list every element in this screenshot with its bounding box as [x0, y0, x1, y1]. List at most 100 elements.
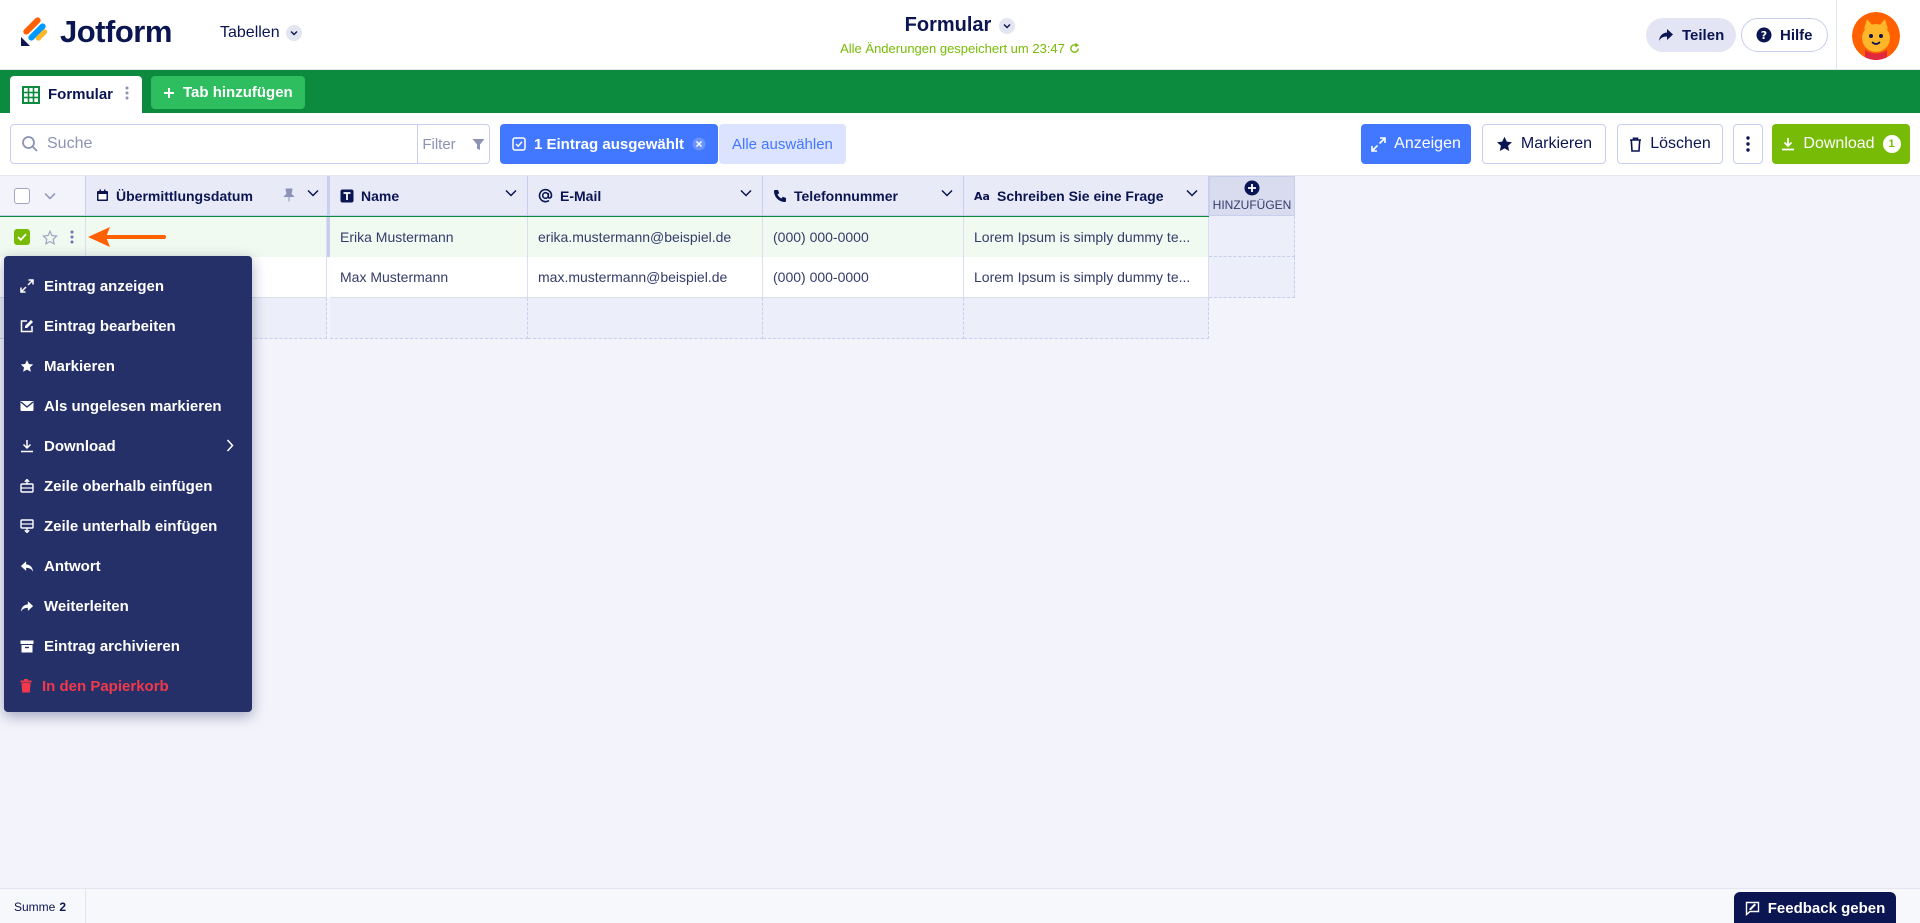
form-title-dropdown[interactable]: Formular: [905, 14, 1016, 37]
add-column-button[interactable]: HINZUFÜGEN: [1209, 176, 1295, 216]
chevron-down-icon[interactable]: [941, 189, 953, 197]
tab-bar: Formular Tab hinzufügen: [0, 70, 1920, 113]
star-icon: [1496, 136, 1513, 152]
column-header-phone[interactable]: Telefonnummer: [763, 176, 964, 216]
chevron-down-icon[interactable]: [1186, 189, 1198, 197]
jotform-logo-icon: [20, 17, 50, 47]
selection-indicator[interactable]: 1 Eintrag ausgewählt: [500, 124, 719, 164]
view-button[interactable]: Anzeigen: [1361, 124, 1471, 164]
search-input[interactable]: [47, 135, 407, 153]
row-checkbox[interactable]: [14, 229, 30, 245]
help-button[interactable]: ? Hilfe: [1741, 18, 1828, 52]
download-icon: [20, 439, 34, 453]
chevron-down-icon[interactable]: [505, 189, 517, 197]
empty-cell: [528, 298, 763, 339]
share-arrow-icon: [1658, 28, 1674, 42]
menu-item-insert-row-below[interactable]: Zeile unterhalb einfügen: [4, 506, 252, 546]
filter-button[interactable]: Filter: [417, 125, 489, 163]
row-above-icon: [20, 479, 34, 493]
chevron-down-icon[interactable]: [44, 192, 56, 200]
cell-name[interactable]: Erika Mustermann: [330, 217, 528, 258]
cell-email[interactable]: max.mustermann@beispiel.de: [528, 257, 763, 298]
delete-button[interactable]: Löschen: [1617, 124, 1723, 164]
tab-formular[interactable]: Formular: [10, 76, 142, 113]
add-column-cell: [1209, 257, 1295, 298]
expand-icon: [1371, 136, 1386, 152]
chevron-down-icon[interactable]: [307, 189, 319, 197]
chevron-down-icon[interactable]: [740, 189, 752, 197]
table-row[interactable]: Erika Mustermann erika.mustermann@beispi…: [0, 216, 1209, 258]
column-header-question[interactable]: Aa Schreiben Sie eine Frage: [964, 176, 1209, 216]
clear-selection-icon[interactable]: [692, 137, 706, 151]
menu-item-reply[interactable]: Antwort: [4, 546, 252, 586]
add-tab-button[interactable]: Tab hinzufügen: [151, 76, 305, 109]
reply-icon: [20, 560, 34, 573]
star-outline-icon[interactable]: [42, 229, 58, 245]
more-vertical-icon[interactable]: [125, 86, 129, 104]
star-button[interactable]: Markieren: [1482, 124, 1606, 164]
form-title: Formular: [904, 14, 992, 36]
more-options-button[interactable]: [1733, 124, 1763, 164]
column-header-email[interactable]: E-Mail: [528, 176, 763, 216]
edit-icon: [20, 319, 34, 333]
menu-item-forward[interactable]: Weiterleiten: [4, 586, 252, 626]
chevron-down-icon: [999, 17, 1016, 34]
cell-phone[interactable]: (000) 000-0000: [763, 257, 964, 298]
cell-phone[interactable]: (000) 000-0000: [763, 217, 964, 258]
question-icon: ?: [1756, 27, 1772, 43]
at-icon: [538, 188, 553, 203]
menu-item-star[interactable]: Markieren: [4, 346, 252, 386]
empty-cell: [763, 298, 964, 339]
cell-question[interactable]: Lorem Ipsum is simply dummy te...: [964, 257, 1209, 298]
menu-item-mark-unread[interactable]: Als ungelesen markieren: [4, 386, 252, 426]
text-icon: [340, 189, 354, 203]
user-avatar[interactable]: [1852, 12, 1900, 60]
tables-dropdown[interactable]: Tabellen: [220, 24, 302, 42]
column-header-submission-date[interactable]: Übermittlungsdatum: [86, 176, 330, 216]
empty-cell: [330, 298, 528, 339]
select-all-checkbox[interactable]: [14, 187, 30, 204]
cell-question[interactable]: Lorem Ipsum is simply dummy te...: [964, 217, 1209, 258]
jotform-logo[interactable]: Jotform: [20, 14, 172, 50]
add-column-cell: [1209, 216, 1295, 257]
table-grid-icon: [22, 85, 40, 104]
menu-item-insert-row-above[interactable]: Zeile oberhalb einfügen: [4, 466, 252, 506]
arrow-left-icon: [88, 227, 166, 247]
feedback-button[interactable]: Feedback geben: [1734, 892, 1896, 923]
phone-icon: [773, 189, 787, 203]
refresh-icon: [1069, 43, 1080, 54]
filter-icon: [472, 138, 485, 151]
search-box: Filter: [10, 124, 490, 164]
cell-email[interactable]: erika.mustermann@beispiel.de: [528, 217, 763, 258]
menu-item-archive[interactable]: Eintrag archivieren: [4, 626, 252, 666]
toolbar: Filter 1 Eintrag ausgewählt Alle auswähl…: [0, 113, 1920, 176]
menu-item-edit-entry[interactable]: Eintrag bearbeiten: [4, 306, 252, 346]
row-context-menu: Eintrag anzeigen Eintrag bearbeiten Mark…: [4, 256, 252, 712]
column-header-name[interactable]: Name: [330, 176, 528, 216]
row-sum: Summe 2: [0, 889, 86, 923]
plus-circle-icon: [1244, 180, 1260, 196]
menu-item-download[interactable]: Download: [4, 426, 252, 466]
menu-item-view-entry[interactable]: Eintrag anzeigen: [4, 266, 252, 306]
select-all-button[interactable]: Alle auswählen: [719, 124, 846, 164]
forward-icon: [20, 600, 34, 613]
download-button[interactable]: Download 1: [1772, 124, 1910, 164]
share-button[interactable]: Teilen: [1646, 18, 1737, 52]
menu-item-move-to-trash[interactable]: In den Papierkorb: [4, 666, 252, 706]
plus-icon: [163, 87, 175, 99]
row-menu-icon[interactable]: [70, 230, 74, 244]
svg-text:?: ?: [1761, 29, 1767, 42]
form-title-area: Formular Alle Änderungen gespeichert um …: [760, 14, 1160, 56]
header-divider: [1836, 0, 1837, 70]
aa-icon: Aa: [974, 190, 990, 202]
tab-formular-label: Formular: [48, 86, 114, 103]
download-count-badge: 1: [1882, 135, 1901, 153]
arrow-annotation: [86, 225, 166, 254]
feedback-icon: [1745, 901, 1760, 916]
pin-icon[interactable]: [283, 188, 295, 202]
tables-label: Tabellen: [220, 24, 280, 41]
download-icon: [1781, 137, 1795, 151]
envelope-icon: [20, 400, 34, 412]
empty-cell: [964, 298, 1209, 339]
cell-name[interactable]: Max Mustermann: [330, 257, 528, 298]
